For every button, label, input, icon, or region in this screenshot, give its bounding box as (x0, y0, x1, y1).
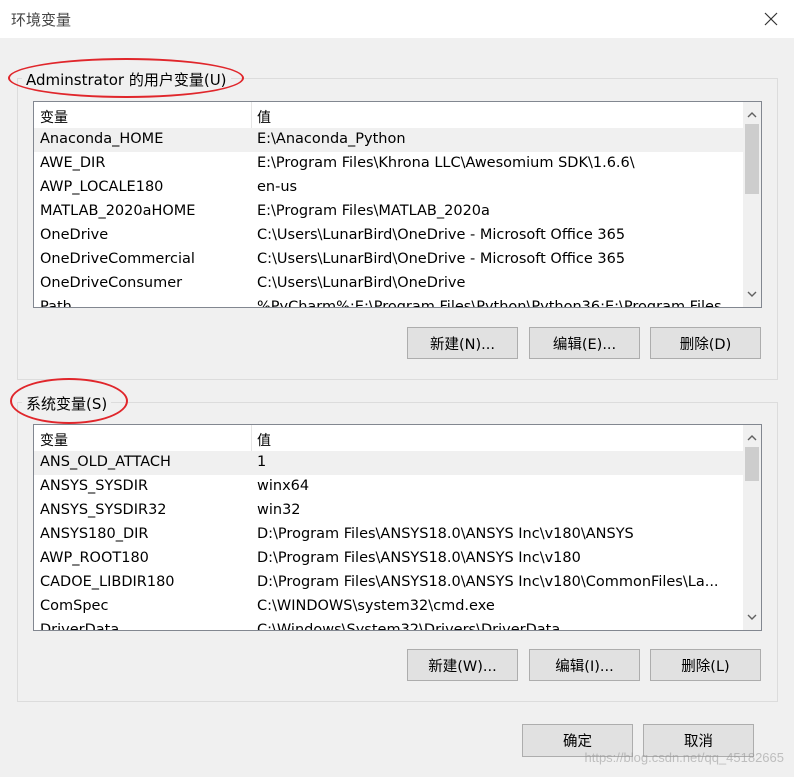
variable-value: C:\Users\LunarBird\OneDrive - Microsoft … (257, 227, 626, 243)
column-header-value[interactable]: 值 (257, 107, 271, 127)
variable-value: en-us (257, 179, 298, 195)
list-row[interactable]: OneDriveConsumer C:\Users\LunarBird\OneDr… (34, 272, 743, 296)
chevron-down-icon (747, 291, 757, 297)
variable-name: Anaconda_HOME (40, 131, 164, 147)
variable-name: ANS_OLD_ATTACH (40, 454, 171, 470)
list-row[interactable]: AWP_LOCALE180 en-us (34, 176, 743, 200)
scroll-up-button[interactable] (743, 106, 761, 124)
variable-value: D:\Program Files\ANSYS18.0\ANSYS Inc\v18… (257, 526, 634, 542)
list-row[interactable]: ANSYS180_DIR D:\Program Files\ANSYS18.0\A… (34, 523, 743, 547)
list-row[interactable]: ANSYS_SYSDIR winx64 (34, 475, 743, 499)
variable-value: winx64 (257, 478, 310, 494)
column-header-name[interactable]: 变量 (40, 430, 68, 450)
user-vars-rows: Anaconda_HOME E:\Anaconda_Python AWE_DIR E:… (34, 128, 743, 307)
variable-value: C:\WINDOWS\system32\cmd.exe (257, 598, 495, 614)
variable-name: OneDriveCommercial (40, 251, 195, 267)
system-vars-list[interactable]: 变量 值 ANS_OLD_ATTACH 1 ANSYS_SYSDIR winx64 AN… (33, 424, 762, 631)
close-button[interactable] (748, 0, 794, 38)
scroll-up-button[interactable] (743, 429, 761, 447)
system-new-button[interactable]: 新建(W)... (407, 649, 518, 681)
close-icon (764, 12, 778, 26)
list-row[interactable]: AWP_ROOT180 D:\Program Files\ANSYS18.0\AN… (34, 547, 743, 571)
system-edit-button[interactable]: 编辑(I)... (529, 649, 640, 681)
list-row[interactable]: CADOE_LIBDIR180 D:\Program Files\ANSYS18.… (34, 571, 743, 595)
title-bar: 环境变量 (0, 0, 794, 38)
user-vars-list[interactable]: 变量 值 Anaconda_HOME E:\Anaconda_Python AWE_… (33, 101, 762, 308)
column-divider (251, 102, 252, 128)
list-row[interactable]: DriverData C:\Windows\System32\Drivers\Dr… (34, 619, 743, 630)
list-row[interactable]: ANSYS_SYSDIR32 win32 (34, 499, 743, 523)
system-vars-scrollbar[interactable] (743, 425, 761, 630)
chevron-down-icon (747, 614, 757, 620)
variable-value: C:\Users\LunarBird\OneDrive - Microsoft … (257, 251, 626, 267)
user-delete-button[interactable]: 删除(D) (650, 327, 761, 359)
list-row[interactable]: Path %PyCharm%;E:\Program Files\Python\Py… (34, 296, 743, 307)
variable-name: CADOE_LIBDIR180 (40, 574, 175, 590)
column-divider (251, 425, 252, 451)
variable-name: ANSYS_SYSDIR32 (40, 502, 167, 518)
variable-name: AWP_LOCALE180 (40, 179, 164, 195)
scroll-thumb[interactable] (745, 447, 759, 481)
list-row[interactable]: OneDriveCommercial C:\Users\LunarBird\One… (34, 248, 743, 272)
list-row[interactable]: ANS_OLD_ATTACH 1 (34, 451, 743, 475)
system-vars-label: 系统变量(S) (22, 393, 112, 414)
scroll-down-button[interactable] (743, 608, 761, 626)
variable-value: C:\Users\LunarBird\OneDrive (257, 275, 466, 291)
variable-name: AWE_DIR (40, 155, 106, 171)
watermark: https://blog.csdn.net/qq_45182665 (584, 750, 785, 765)
chevron-up-icon (747, 435, 757, 441)
list-row[interactable]: Anaconda_HOME E:\Anaconda_Python (34, 128, 743, 152)
variable-value: win32 (257, 502, 301, 518)
variable-name: ComSpec (40, 598, 109, 614)
variable-name: DriverData (40, 622, 120, 630)
scroll-thumb[interactable] (745, 124, 759, 194)
column-header-value[interactable]: 值 (257, 430, 271, 450)
user-new-button[interactable]: 新建(N)... (407, 327, 518, 359)
system-delete-button[interactable]: 删除(L) (650, 649, 761, 681)
variable-value: D:\Program Files\ANSYS18.0\ANSYS Inc\v18… (257, 550, 581, 566)
variable-value: E:\Program Files\MATLAB_2020a (257, 203, 490, 219)
user-edit-button[interactable]: 编辑(E)... (529, 327, 640, 359)
variable-value: E:\Program Files\Khrona LLC\Awesomium SD… (257, 155, 635, 171)
window-title: 环境变量 (11, 11, 72, 29)
variable-value: E:\Anaconda_Python (257, 131, 406, 147)
system-vars-rows: ANS_OLD_ATTACH 1 ANSYS_SYSDIR winx64 ANSYS_S… (34, 451, 743, 630)
variable-name: Path (40, 299, 72, 307)
list-row[interactable]: MATLAB_2020aHOME E:\Program Files\MATLAB_… (34, 200, 743, 224)
list-row[interactable]: OneDrive C:\Users\LunarBird\OneDrive - Mi… (34, 224, 743, 248)
list-header: 变量 值 (34, 102, 743, 128)
user-vars-label: Adminstrator 的用户变量(U) (22, 69, 231, 90)
variable-name: ANSYS_SYSDIR (40, 478, 149, 494)
chevron-up-icon (747, 112, 757, 118)
variable-value: 1 (257, 454, 267, 470)
scroll-down-button[interactable] (743, 285, 761, 303)
variable-name: OneDriveConsumer (40, 275, 183, 291)
variable-name: ANSYS180_DIR (40, 526, 149, 542)
variable-value: D:\Program Files\ANSYS18.0\ANSYS Inc\v18… (257, 574, 719, 590)
user-vars-scrollbar[interactable] (743, 102, 761, 307)
variable-name: OneDrive (40, 227, 109, 243)
variable-name: AWP_ROOT180 (40, 550, 149, 566)
variable-value: %PyCharm%;E:\Program Files\Python\Python… (257, 299, 722, 307)
list-row[interactable]: AWE_DIR E:\Program Files\Khrona LLC\Aweso… (34, 152, 743, 176)
list-row[interactable]: ComSpec C:\WINDOWS\system32\cmd.exe (34, 595, 743, 619)
column-header-name[interactable]: 变量 (40, 107, 68, 127)
list-header: 变量 值 (34, 425, 743, 451)
variable-name: MATLAB_2020aHOME (40, 203, 196, 219)
variable-value: C:\Windows\System32\Drivers\DriverData (257, 622, 561, 630)
